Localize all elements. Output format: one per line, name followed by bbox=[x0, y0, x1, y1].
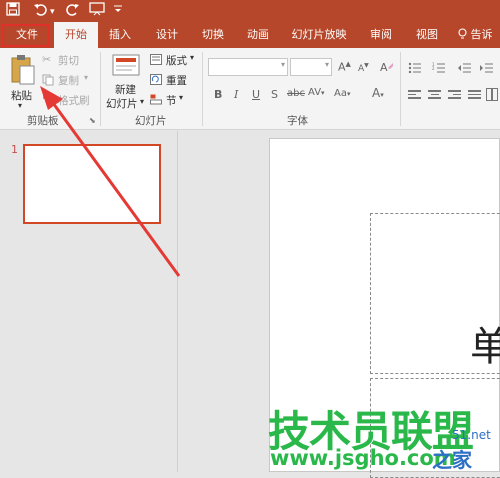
watermark-small: 51.net bbox=[452, 428, 491, 442]
watermark-suffix: 之家 bbox=[432, 448, 472, 472]
watermark-url: www.jsgho.com bbox=[270, 446, 456, 470]
